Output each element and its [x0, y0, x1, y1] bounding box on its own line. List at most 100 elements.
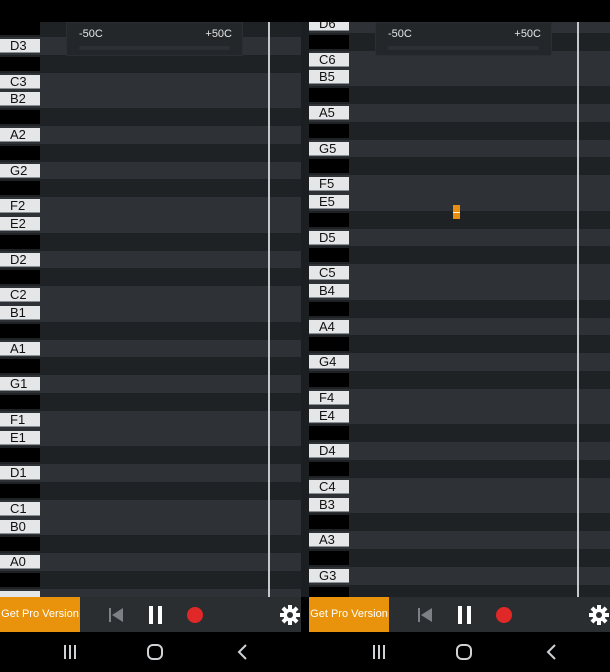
pitch-row	[0, 482, 301, 500]
piano-key-label: G4	[309, 355, 349, 370]
pitch-row	[0, 517, 301, 536]
pause-icon[interactable]	[455, 597, 475, 632]
piano-key-label: E2	[0, 217, 40, 231]
pitch-row	[309, 86, 610, 104]
pitch-row	[0, 161, 301, 180]
piano-key-label: C5	[309, 266, 349, 281]
pitch-row	[309, 317, 610, 336]
piano-key-black	[309, 34, 349, 49]
pitch-row	[309, 353, 610, 371]
piano-key-label: C4	[309, 479, 349, 494]
back-icon[interactable]	[540, 640, 564, 664]
pitch-row	[309, 513, 610, 532]
pitch-row	[0, 179, 301, 198]
home-icon[interactable]	[452, 640, 476, 664]
pitch-row	[0, 126, 301, 144]
get-pro-button[interactable]: Get Pro Version	[309, 597, 389, 632]
pitch-row	[309, 584, 610, 597]
piano-key-label: B4	[309, 284, 349, 298]
pitch-row	[309, 157, 610, 176]
cents-track	[388, 46, 539, 50]
piano-key-black	[309, 212, 349, 227]
piano-key-label: G5	[309, 141, 349, 156]
get-pro-button[interactable]: Get Pro Version	[0, 597, 80, 632]
piano-key-label: B5	[309, 70, 349, 85]
piano-key-label: G1	[0, 377, 40, 392]
piano-key-black	[0, 484, 40, 498]
cents-max-label: +50C	[205, 28, 232, 40]
gear-icon[interactable]	[588, 597, 610, 632]
pitch-row	[309, 68, 610, 87]
piano-key-label: C2	[0, 288, 40, 303]
piano-key-label: E4	[309, 408, 349, 423]
pitch-row	[0, 571, 301, 589]
pitch-row	[309, 477, 610, 496]
pitch-row	[0, 197, 301, 215]
pitch-row	[309, 228, 610, 247]
piano-key-label: A5	[309, 106, 349, 120]
skip-back-icon[interactable]	[106, 597, 126, 632]
piano-key-label: C3	[0, 74, 40, 89]
piano-key-label: A3	[309, 533, 349, 548]
home-icon[interactable]	[143, 640, 167, 664]
pitch-row	[309, 246, 610, 265]
piano-key-label: D1	[0, 466, 40, 481]
piano-roll-left[interactable]: D3 C3 B2 A2 G2 F2 E2 D2 C2 B1 A1 G1 F1 E1 D1 C1 B0 A0 -50…	[0, 22, 301, 597]
toolbar-left: Get Pro Version	[0, 597, 301, 632]
pause-icon[interactable]	[146, 597, 166, 632]
piano-key-black	[309, 551, 349, 565]
piano-key-label: G3	[309, 568, 349, 583]
pitch-row	[0, 304, 301, 322]
toolbar-right: Get Pro Version	[309, 597, 610, 632]
piano-key-label: F2	[0, 199, 40, 214]
piano-key-black	[309, 426, 349, 441]
pitch-row	[309, 282, 610, 300]
pitch-row	[309, 424, 610, 443]
pitch-row	[0, 268, 301, 287]
pitch-row	[0, 339, 301, 358]
pitch-row	[0, 54, 301, 73]
detected-pitch-marker	[453, 205, 460, 219]
back-icon[interactable]	[231, 640, 255, 664]
recents-icon[interactable]	[58, 640, 82, 664]
pitch-row	[0, 553, 301, 571]
pitch-row	[309, 175, 610, 193]
piano-key-label: E5	[309, 195, 349, 209]
pitch-row	[309, 104, 610, 122]
piano-key-label: F1	[0, 412, 40, 427]
piano-key-black	[309, 248, 349, 263]
record-icon[interactable]	[185, 597, 205, 632]
piano-key-black	[0, 181, 40, 196]
playhead-line	[268, 22, 270, 597]
piano-key-label: F5	[309, 177, 349, 192]
pitch-row	[309, 371, 610, 389]
piano-key-black	[0, 448, 40, 463]
piano-key-label: E1	[0, 430, 40, 445]
pitch-row	[0, 588, 301, 597]
recents-icon[interactable]	[367, 640, 391, 664]
pitch-row	[0, 357, 301, 376]
pitch-row	[0, 72, 301, 91]
piano-key-label: D2	[0, 252, 40, 267]
cents-max-label: +50C	[514, 28, 541, 40]
pitch-row	[0, 410, 301, 429]
pitch-row	[309, 495, 610, 514]
piano-key-black	[0, 323, 40, 338]
gear-icon[interactable]	[279, 597, 301, 632]
pitch-row	[309, 460, 610, 478]
record-icon[interactable]	[494, 597, 514, 632]
playhead-line	[577, 22, 579, 597]
piano-key-black	[0, 270, 40, 285]
piano-key-black	[309, 123, 349, 138]
pitch-row	[0, 428, 301, 447]
piano-roll-right[interactable]: D6 C6 B5 A5 G5 F5 E5 D5 C5 B4 A4 G4 F4 E4 D4 C4 B3 A3 G3 -…	[309, 22, 610, 597]
pitch-row	[0, 375, 301, 393]
cents-min-label: -50C	[388, 28, 412, 40]
pitch-row	[309, 264, 610, 282]
piano-key-label: G2	[0, 163, 40, 178]
piano-key-label: D3	[0, 39, 40, 53]
piano-key-black	[0, 110, 40, 125]
piano-key-black	[309, 515, 349, 530]
skip-back-icon[interactable]	[415, 597, 435, 632]
pitch-row	[309, 406, 610, 425]
